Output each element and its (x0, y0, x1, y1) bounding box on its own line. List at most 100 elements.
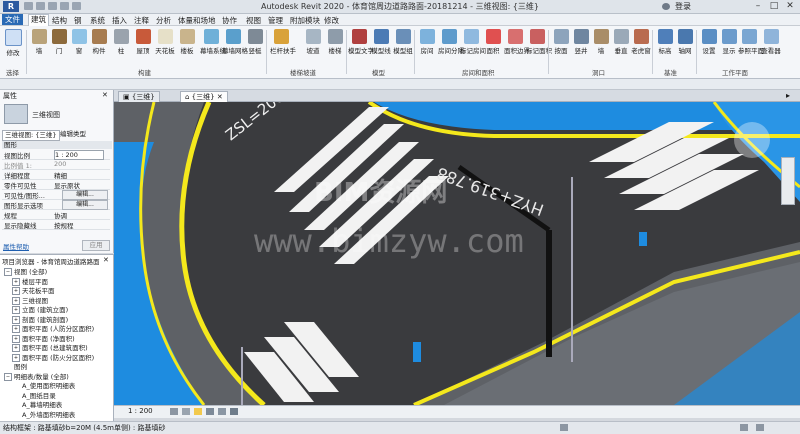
curtain-system-tool[interactable]: 幕墙系统 (200, 29, 226, 55)
vertical-opening-tool[interactable]: 垂直 (610, 29, 632, 55)
close-tab-icon[interactable]: ✕ (217, 93, 223, 101)
edit-type-button[interactable]: 编辑类型 (60, 130, 110, 139)
group-graphics[interactable]: 图形 (2, 141, 112, 149)
room-separator-tool[interactable]: 房间分隔 (438, 29, 464, 55)
menu-systems[interactable]: 系统 (90, 15, 105, 26)
view-scale[interactable]: 1 : 200 (128, 407, 153, 415)
column-tool[interactable]: 柱 (110, 29, 132, 55)
user-icon[interactable] (662, 3, 670, 10)
browser-tree-item[interactable]: 图例 (4, 361, 27, 371)
viewer-tool[interactable]: 查看器 (760, 29, 782, 55)
browser-tree-item[interactable]: + 面积平面 (总建筑面积) (12, 342, 88, 352)
filter-icon[interactable] (740, 424, 748, 431)
set-workplane-tool[interactable]: 设置 (698, 29, 720, 55)
prop-row[interactable]: 零件可见性 显示原状 (2, 180, 110, 190)
menu-manage[interactable]: 管理 (268, 15, 283, 26)
curtain-grid-tool[interactable]: 幕墙网格 (222, 29, 248, 55)
show-workplane-tool[interactable]: 显示 (718, 29, 740, 55)
worksets-icon[interactable] (560, 424, 568, 431)
wall-tool[interactable]: 墙 (28, 29, 50, 55)
close-icon[interactable]: ✕ (102, 91, 108, 99)
area-boundary-tool[interactable]: 面积边界 (504, 29, 530, 55)
browser-tree-item[interactable]: + 楼层平面 (12, 276, 48, 286)
floor-tool[interactable]: 楼板 (176, 29, 198, 55)
menu-architecture[interactable]: 建筑 (28, 14, 49, 26)
collapse-icon[interactable]: − (4, 268, 12, 276)
browser-tree-item[interactable]: A_幕墙明细表 (12, 399, 62, 409)
prop-row[interactable]: 视图比例 1 : 200 (2, 150, 110, 160)
room-tool[interactable]: 房间 (416, 29, 438, 55)
level-tool[interactable]: 标高 (654, 29, 676, 55)
dormer-tool[interactable]: 老虎窗 (630, 29, 652, 55)
browser-tree-item[interactable]: A_使用面积明细表 (12, 380, 75, 390)
menu-steel[interactable]: 钢 (74, 15, 82, 26)
ceiling-tool[interactable]: 天花板 (154, 29, 176, 55)
model-line-tool[interactable]: 模型线 (370, 29, 392, 55)
browser-tree-item[interactable]: + 面积平面 (人防分区面积) (12, 323, 94, 333)
menu-structure[interactable]: 结构 (52, 15, 67, 26)
select-links-icon[interactable] (756, 424, 764, 431)
menu-view[interactable]: 视图 (246, 15, 261, 26)
roof-tool[interactable]: 屋顶 (132, 29, 154, 55)
crop-icon[interactable] (218, 408, 226, 415)
mullion-tool[interactable]: 竖梃 (244, 29, 266, 55)
prop-row[interactable]: 图形显示选项 编辑... (2, 200, 110, 210)
detail-level-icon[interactable] (170, 408, 178, 415)
tab-menu-icon[interactable]: ▸ (786, 91, 790, 100)
prop-row[interactable]: 详细程度 精细 (2, 170, 110, 180)
navigation-bar[interactable] (781, 157, 795, 205)
panel-select[interactable]: 选择 (6, 67, 19, 77)
window-tool[interactable]: 窗 (68, 29, 90, 55)
component-tool[interactable]: 构件 (88, 29, 110, 55)
menu-file[interactable]: 文件 (2, 14, 23, 25)
stair-tool[interactable]: 楼梯 (324, 29, 346, 55)
modify-tool[interactable]: 修改 (2, 29, 24, 57)
area-tool[interactable]: 面积 (482, 29, 504, 55)
menu-analyze[interactable]: 分析 (156, 15, 171, 26)
prop-row[interactable]: 可见性/图形... 编辑... (2, 190, 110, 200)
tag-area-tool[interactable]: 标记面积 (526, 29, 552, 55)
tab-3d-view-active[interactable]: ⌂ {三维} ✕ (180, 91, 228, 102)
prop-row[interactable]: 规程 协调 (2, 210, 110, 220)
railing-tool[interactable]: 栏杆扶手 (270, 29, 296, 55)
wall-opening-tool[interactable]: 墙 (590, 29, 612, 55)
menu-annotate[interactable]: 注释 (134, 15, 149, 26)
maximize-icon[interactable]: □ (768, 1, 780, 11)
sun-path-icon[interactable] (194, 408, 202, 415)
tag-room-tool[interactable]: 标记房间 (460, 29, 486, 55)
browser-tree-item[interactable]: A_外墙面积明细表 (12, 409, 75, 419)
shadows-icon[interactable] (206, 408, 214, 415)
close-icon[interactable]: ✕ (103, 256, 109, 264)
browser-tree-item[interactable]: + 面积平面 (防火分区面积) (12, 352, 94, 362)
tab-3d-view[interactable]: ▣ {三维} (118, 91, 160, 102)
view-cube[interactable] (734, 122, 770, 158)
browser-tree-item[interactable]: − 明细表/数量 (全部) (4, 371, 69, 381)
menu-modify[interactable]: 修改 (324, 15, 339, 26)
browser-tree-item[interactable]: + 天花板平面 (12, 285, 55, 295)
model-text-tool[interactable]: 模型文字 (348, 29, 374, 55)
edit-button[interactable]: 编辑... (62, 190, 108, 200)
model-group-tool[interactable]: 模型组 (392, 29, 414, 55)
apply-button[interactable]: 应用 (82, 240, 110, 251)
prop-row[interactable]: 比例值 1: 200 (2, 160, 110, 170)
menu-massing-site[interactable]: 体量和场地 (178, 15, 216, 26)
browser-tree-item[interactable]: A_图纸目录 (12, 390, 56, 400)
browser-tree-item[interactable]: + 剖面 (建筑剖面) (12, 314, 68, 324)
shaft-tool[interactable]: 竖井 (570, 29, 592, 55)
door-tool[interactable]: 门 (48, 29, 70, 55)
lock-icon[interactable] (230, 408, 238, 415)
by-face-tool[interactable]: 按面 (550, 29, 572, 55)
ref-plane-tool[interactable]: 参照平面 (738, 29, 764, 55)
login-link[interactable]: 登录 (675, 1, 691, 12)
visual-style-icon[interactable] (182, 408, 190, 415)
close-icon[interactable]: ✕ (784, 1, 796, 11)
grid-tool[interactable]: 轴网 (674, 29, 696, 55)
menu-addins[interactable]: 附加模块 (290, 15, 320, 26)
edit-button[interactable]: 编辑... (62, 200, 108, 210)
browser-tree-item[interactable]: + 面积平面 (净面积) (12, 333, 75, 343)
browser-tree-item[interactable]: + 立面 (建筑立面) (12, 304, 68, 314)
prop-row[interactable]: 显示隐藏线 按规程 (2, 220, 110, 230)
properties-help-link[interactable]: 属性帮助 (3, 241, 29, 251)
browser-tree-item[interactable]: + 三维视图 (12, 295, 48, 305)
browser-tree-item[interactable]: − 视图 (全部) (4, 266, 47, 276)
